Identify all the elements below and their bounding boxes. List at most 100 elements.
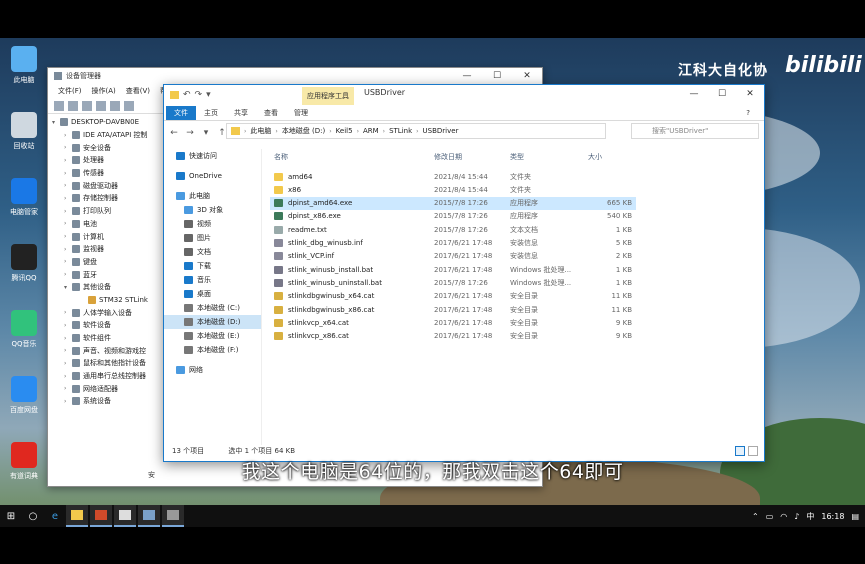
chevron-right-icon[interactable]: › [64, 309, 72, 316]
scan-icon[interactable] [110, 100, 120, 111]
tree-item[interactable]: › 蓝牙 [48, 268, 166, 281]
file-row[interactable]: stlinkdbgwinusb_x64.cat 2017/6/21 17:48 安全… [270, 290, 636, 303]
nav-item[interactable]: 音乐 [164, 273, 261, 287]
details-view-icon[interactable] [735, 446, 745, 456]
battery-icon[interactable]: ▭ [766, 512, 774, 521]
file-row[interactable]: readme.txt 2015/7/8 17:26 文本文档 1 KB [270, 223, 636, 236]
tree-item[interactable]: › 软件设备 [48, 319, 166, 332]
chevron-right-icon[interactable]: › [64, 398, 72, 405]
breadcrumb-separator-icon[interactable]: › [244, 128, 246, 135]
tree-item[interactable]: › 电池 [48, 218, 166, 231]
chevron-right-icon[interactable]: › [64, 360, 72, 367]
tree-item[interactable]: › 处理器 [48, 154, 166, 167]
ribbon-tab[interactable]: 查看 [256, 106, 286, 120]
chevron-right-icon[interactable]: › [64, 335, 72, 342]
file-row[interactable]: stlink_VCP.inf 2017/6/21 17:48 安装信息 2 KB [270, 250, 636, 263]
tree-root[interactable]: ▾ DESKTOP-DAVBN0E [48, 116, 166, 129]
wifi-icon[interactable]: ◠ [780, 512, 787, 521]
chevron-right-icon[interactable]: › [64, 132, 72, 139]
redo-icon[interactable]: ↷ [195, 90, 203, 100]
search-icon[interactable]: ○ [22, 505, 44, 527]
file-row[interactable]: dpinst_x86.exe 2015/7/8 17:26 应用程序 540 KB [270, 210, 636, 223]
file-row[interactable]: stlink_winusb_uninstall.bat 2015/7/8 17:2… [270, 276, 636, 289]
breadcrumb-item[interactable]: 此电脑 [250, 126, 271, 136]
undo-icon[interactable]: ↶ [183, 90, 191, 100]
tree-item[interactable]: › 传感器 [48, 167, 166, 180]
desktop-icon-item[interactable]: QQ音乐 [6, 310, 42, 349]
device-manager-titlebar[interactable]: 设备管理器 — ☐ ✕ [48, 68, 542, 84]
tree-item[interactable]: › 软件组件 [48, 332, 166, 345]
tree-item[interactable]: › 计算机 [48, 230, 166, 243]
breadcrumb-item[interactable]: 本地磁盘 (D:) [282, 126, 325, 136]
desktop-icon-item[interactable]: 电脑管家 [6, 178, 42, 217]
ribbon-tab[interactable]: 管理 [286, 106, 316, 120]
nav-item[interactable]: 本地磁盘 (E:) [164, 329, 261, 343]
chevron-down-icon[interactable]: ▾ [64, 284, 72, 291]
chevron-right-icon[interactable]: › [64, 347, 72, 354]
taskbar-app-device-manager[interactable] [138, 505, 160, 527]
tree-item[interactable]: ▾ 其他设备 [48, 281, 166, 294]
breadcrumb-separator-icon[interactable]: › [416, 128, 418, 135]
tree-item[interactable]: › 监视器 [48, 243, 166, 256]
file-row[interactable]: dpinst_amd64.exe 2015/7/8 17:26 应用程序 665 KB [270, 196, 636, 210]
help-icon[interactable] [96, 100, 106, 111]
nav-item[interactable]: 桌面 [164, 287, 261, 301]
breadcrumb-separator-icon[interactable]: › [329, 128, 331, 135]
tree-item[interactable]: › 人体学输入设备 [48, 306, 166, 319]
file-row[interactable]: stlink_dbg_winusb.inf 2017/6/21 17:48 安装信息… [270, 237, 636, 250]
ime-indicator[interactable]: 中 [806, 511, 814, 522]
ribbon-tab[interactable]: 共享 [226, 106, 256, 120]
maximize-button[interactable]: ☐ [482, 68, 512, 84]
forward-icon[interactable] [68, 100, 78, 111]
chevron-right-icon[interactable]: › [64, 195, 72, 202]
column-header[interactable]: 修改日期 [434, 152, 462, 162]
breadcrumb-item[interactable]: USBDriver [423, 127, 459, 135]
tree-item[interactable]: › 存储控制器 [48, 192, 166, 205]
menu-item[interactable]: 文件(F) [58, 86, 82, 96]
edge-icon[interactable]: e [44, 505, 66, 527]
address-bar[interactable]: › 此电脑 › 本地磁盘 (D:) › Keil5 › ARM › STLink › USBDrive… [226, 123, 606, 139]
chevron-right-icon[interactable]: › [64, 233, 72, 240]
quick-access-dropdown-icon[interactable]: ▾ [206, 90, 211, 100]
chevron-right-icon[interactable]: › [64, 182, 72, 189]
menu-item[interactable]: 查看(V) [126, 86, 150, 96]
nav-item[interactable]: 本地磁盘 (D:) [164, 315, 261, 329]
back-icon[interactable] [54, 100, 64, 111]
minimize-button[interactable]: — [452, 68, 482, 84]
file-row[interactable]: stlinkdbgwinusb_x86.cat 2017/6/21 17:48 安全… [270, 303, 636, 316]
tree-item[interactable]: › 声音、视频和游戏控 [48, 344, 166, 357]
tree-item[interactable]: › IDE ATA/ATAPI 控制 [48, 129, 166, 142]
desktop-icon-item[interactable]: 此电脑 [6, 46, 42, 85]
minimize-button[interactable]: — [680, 85, 708, 103]
breadcrumb-separator-icon[interactable]: › [357, 128, 359, 135]
explorer-window[interactable]: ↶ ↷ ▾ 应用程序工具 USBDriver — ☐ ✕ 文件 主页 共享 查看 管理?… [163, 84, 765, 462]
ribbon-tab[interactable]: 文件 [166, 106, 196, 120]
tree-item[interactable]: › 鼠标和其他指针设备 [48, 357, 166, 370]
tree-item[interactable]: STM32 STLink [48, 294, 166, 307]
chevron-down-icon[interactable]: ▾ [200, 128, 212, 138]
tree-item[interactable]: › 安全设备 [48, 141, 166, 154]
maximize-button[interactable]: ☐ [708, 85, 736, 103]
chevron-right-icon[interactable]: › [64, 170, 72, 177]
tree-item[interactable]: › 打印队列 [48, 205, 166, 218]
breadcrumb-separator-icon[interactable]: › [275, 128, 277, 135]
chevron-right-icon[interactable]: › [64, 157, 72, 164]
nav-item[interactable]: 本地磁盘 (F:) [164, 343, 261, 357]
tree-item[interactable]: › 系统设备 [48, 395, 166, 408]
ribbon-tab[interactable]: 主页 [196, 106, 226, 120]
nav-item[interactable]: 此电脑 [164, 189, 261, 203]
taskbar-app-usb[interactable] [162, 505, 184, 527]
start-icon[interactable]: ⊞ [0, 505, 22, 527]
tree-item[interactable]: › 磁盘驱动器 [48, 179, 166, 192]
column-header[interactable]: 类型 [510, 152, 524, 162]
chevron-right-icon[interactable]: › [64, 373, 72, 380]
desktop-icon-item[interactable]: 回收站 [6, 112, 42, 151]
chevron-down-icon[interactable]: ▾ [52, 119, 60, 126]
file-row[interactable]: stlinkvcp_x86.cat 2017/6/21 17:48 安全目录 9 KB [270, 330, 636, 343]
file-row[interactable]: stlinkvcp_x64.cat 2017/6/21 17:48 安全目录 9 KB [270, 316, 636, 329]
column-header[interactable]: 名称 [274, 152, 288, 162]
search-input[interactable]: 搜索"USBDriver" [631, 123, 759, 139]
chevron-right-icon[interactable]: › [64, 220, 72, 227]
desktop-icon-item[interactable]: 百度网盘 [6, 376, 42, 415]
chevron-right-icon[interactable]: › [64, 246, 72, 253]
